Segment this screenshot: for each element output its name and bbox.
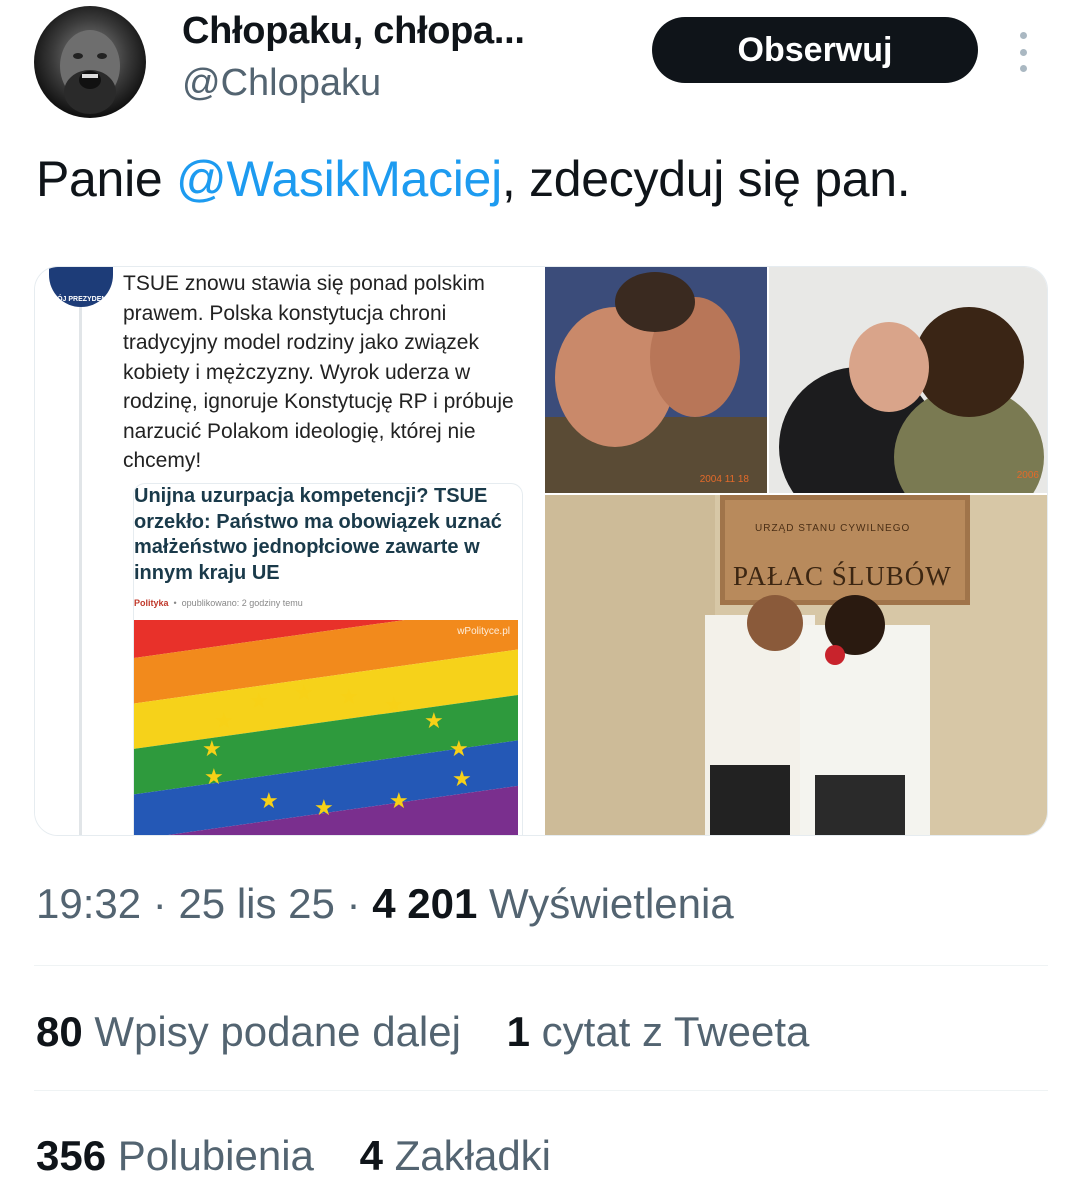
sign-small-text: URZĄD STANU CYWILNEGO	[755, 523, 911, 534]
quotes-stat[interactable]: 1 cytat z Tweeta	[507, 1008, 810, 1055]
retweets-label: Wpisy podane dalej	[94, 1008, 461, 1055]
photo-bottom[interactable]: URZĄD STANU CYWILNEGO PAŁAC ŚLUBÓW	[545, 495, 1047, 835]
svg-text:★: ★	[424, 708, 444, 733]
tweet-text-after: , zdecyduj się pan.	[501, 151, 911, 207]
svg-text:★: ★	[249, 688, 269, 713]
article-card: Unijna uzurpacja kompetencji? TSUE orzek…	[133, 483, 523, 835]
svg-text:★: ★	[294, 680, 314, 705]
photo-top-left[interactable]: 2004 11 18	[545, 267, 767, 493]
quoted-post-text: TSUE znowu stawia się ponad polskim praw…	[123, 272, 514, 472]
tweet-meta: 19:32 · 25 lis 25 · 4 201 Wyświetlenia	[36, 880, 734, 927]
image-watermark: wPolityce.pl	[457, 626, 510, 637]
thread-line	[79, 307, 82, 835]
quoted-avatar: MÓJ PREZYDENT	[49, 267, 113, 307]
rainbow-eu-flag-image: ★ ★ ★ ★ ★ ★ ★ ★ ★ ★ ★ ★ ★ wPolityce.pl	[134, 620, 518, 835]
svg-text:★: ★	[314, 795, 334, 820]
retweets-stat[interactable]: 80 Wpisy podane dalej	[36, 1008, 461, 1055]
follow-button[interactable]: Obserwuj	[652, 17, 978, 83]
stats-row-1: 80 Wpisy podane dalej 1 cytat z Tweeta	[36, 1008, 843, 1056]
author-display-name[interactable]: Chłopaku, chłopa...	[182, 10, 525, 53]
views-label: Wyświetlenia	[488, 880, 734, 927]
svg-text:★: ★	[384, 692, 404, 717]
svg-text:★: ★	[214, 708, 234, 733]
retweets-count: 80	[36, 1008, 83, 1055]
divider	[34, 965, 1048, 966]
bookmarks-stat[interactable]: 4 Zakładki	[360, 1132, 551, 1179]
likes-label: Polubienia	[117, 1132, 314, 1179]
avatar-badge-text: MÓJ PREZYDENT	[51, 296, 111, 303]
photo-date-stamp-2: 2006	[1016, 470, 1039, 481]
media-photos-right[interactable]: 2004 11 18 2006 URZĄD STANU CYWILNEGO PA…	[545, 267, 1047, 835]
tweet-media[interactable]: MÓJ PREZYDENT TSUE znowu stawia się pona…	[34, 266, 1048, 836]
svg-text:★: ★	[389, 788, 409, 813]
article-title: Unijna uzurpacja kompetencji? TSUE orzek…	[134, 485, 502, 584]
author-handle[interactable]: @Chlopaku	[182, 62, 381, 105]
article-published: opublikowano: 2 godziny temu	[181, 598, 303, 608]
svg-text:★: ★	[339, 684, 359, 709]
svg-text:★: ★	[259, 788, 279, 813]
more-icon[interactable]	[1008, 32, 1038, 72]
divider	[34, 1090, 1048, 1091]
media-screenshot-left[interactable]: MÓJ PREZYDENT TSUE znowu stawia się pona…	[35, 267, 541, 835]
author-avatar[interactable]	[34, 6, 146, 118]
svg-text:★: ★	[204, 764, 224, 789]
svg-text:★: ★	[449, 736, 469, 761]
svg-text:★: ★	[202, 736, 222, 761]
views-count: 4 201	[372, 880, 478, 927]
svg-text:★: ★	[452, 766, 472, 791]
article-meta: Polityka • opublikowano: 2 godziny temu	[134, 598, 303, 608]
tweet-text: Panie @WasikMaciej, zdecyduj się pan.	[36, 150, 911, 208]
bookmarks-label: Zakładki	[394, 1132, 552, 1179]
photo-top-right[interactable]: 2006	[769, 267, 1047, 493]
stats-row-2: 356 Polubienia 4 Zakładki	[36, 1132, 585, 1180]
sign-text: PAŁAC ŚLUBÓW	[733, 561, 952, 591]
photo-date-stamp-1: 2004 11 18	[699, 474, 749, 485]
article-source: Polityka	[134, 598, 169, 608]
quotes-count: 1	[506, 1008, 530, 1055]
tweet-text-before: Panie	[36, 151, 176, 207]
tweet-time[interactable]: 19:32	[36, 880, 141, 927]
mention-link[interactable]: @WasikMaciej	[176, 151, 502, 207]
likes-count: 356	[36, 1132, 107, 1179]
quotes-label: cytat z Tweeta	[541, 1008, 810, 1055]
likes-stat[interactable]: 356 Polubienia	[36, 1132, 314, 1179]
tweet-date[interactable]: 25 lis 25	[178, 880, 334, 927]
bookmarks-count: 4	[359, 1132, 383, 1179]
